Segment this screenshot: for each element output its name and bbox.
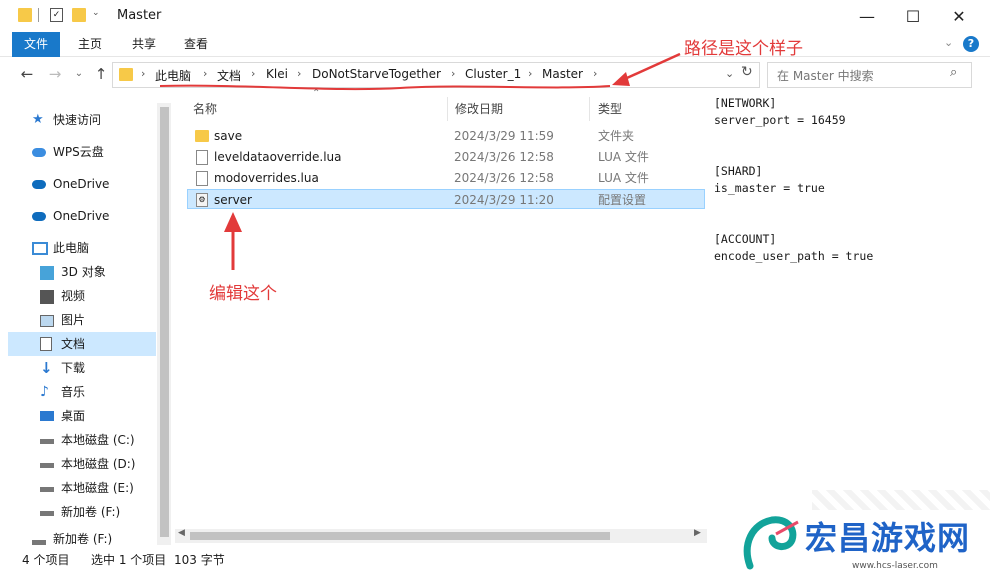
edit-arrowhead — [224, 212, 242, 232]
watermark: 宏昌游戏网 www.hcs-laser.com — [740, 510, 990, 578]
path-annotation: 路径是这个样子 — [684, 39, 803, 59]
watermark-title: 宏昌游戏网 — [805, 519, 971, 557]
checker-pattern — [812, 490, 990, 510]
edit-annotation: 编辑这个 — [209, 284, 277, 304]
dragon-logo-icon — [743, 516, 799, 570]
watermark-url: www.hcs-laser.com — [852, 561, 938, 571]
path-underline — [159, 84, 611, 91]
path-arrowhead — [612, 72, 630, 86]
